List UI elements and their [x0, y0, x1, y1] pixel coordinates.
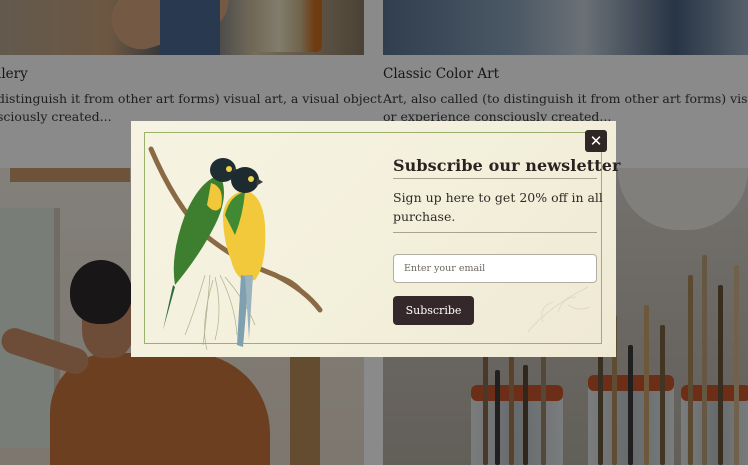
close-button[interactable]: ✕ [585, 130, 607, 152]
divider [393, 178, 597, 179]
subscribe-button[interactable]: Subscribe [393, 296, 474, 325]
close-icon: ✕ [589, 132, 603, 150]
parrot [223, 167, 266, 347]
newsletter-title: Subscribe our newsletter [393, 156, 621, 175]
leaf-decoration [527, 286, 591, 333]
parrots-illustration [148, 146, 323, 351]
newsletter-description: Sign up here to get 20% off in all purch… [393, 190, 603, 224]
divider [393, 232, 597, 233]
newsletter-modal: ✕ Subscribe our newsletter Sign up here … [131, 121, 620, 357]
